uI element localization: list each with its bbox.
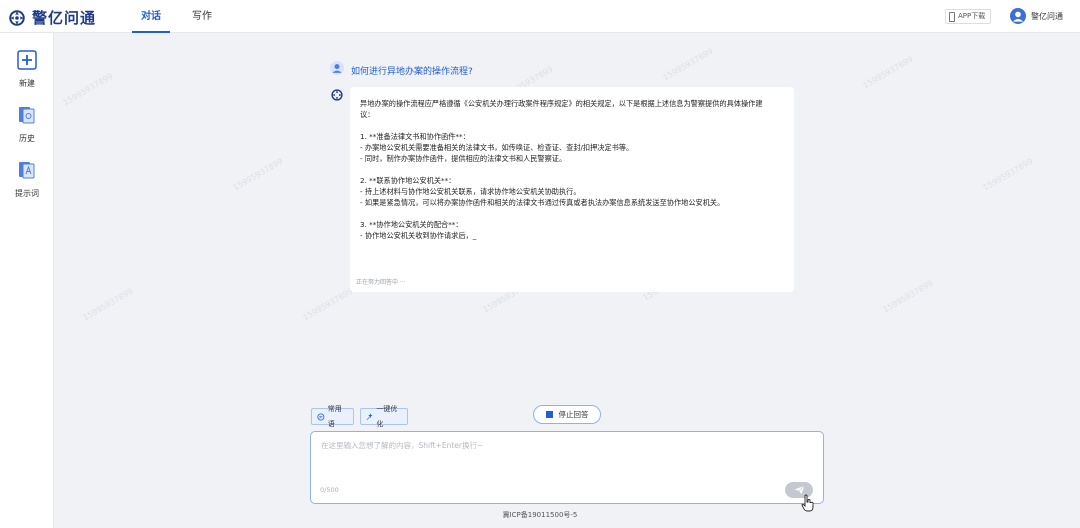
history-book-icon [19,107,35,124]
answer-line: 议： [360,110,375,119]
answer-line: 异地办案的操作流程应严格遵循《公安机关办理行政案件程序规定》的相关规定，以下是根… [360,99,763,108]
chat-input[interactable] [319,438,763,472]
watermark: 15995937899 [301,286,355,323]
optimize-label: 一键优化 [376,404,398,428]
phone-icon [949,11,955,22]
stop-answer-label: 停止回答 [558,410,589,419]
top-bar: 警亿问通 对话 写作 APP下载 警亿问通 [0,0,1080,33]
watermark: 15995937899 [661,46,715,83]
optimize-wand-icon [366,412,373,420]
stop-square-icon [545,411,553,418]
answer-line: - 办案地公安机关需要准备相关的法律文书，如传唤证、检查证、查封/扣押决定书等。 [360,143,634,152]
sidebar-item-label: 历史 [19,134,35,143]
answer-body: 异地办案的操作流程应严格遵循《公安机关办理行政案件程序规定》的相关规定，以下是根… [360,98,784,241]
brand-logo[interactable]: 警亿问通 [8,7,96,28]
answer-line: 1. **准备法律文书和协作函件**： [360,132,470,141]
brand-name: 警亿问通 [32,9,97,27]
watermark: 15995937899 [861,54,915,91]
app-download-label: APP下载 [958,12,986,20]
logo-icon [9,9,25,26]
user-name: 警亿问通 [1031,11,1063,21]
watermark: 15995937899 [61,71,115,108]
sidebar-item-label: 提示词 [15,189,39,198]
prompt-card-icon [19,162,35,179]
sidebar-item-prompts[interactable]: 提示词 [0,160,54,199]
answer-spacer [360,120,784,131]
sidebar-item-history[interactable]: 历史 [0,105,54,144]
avatar-icon [1010,8,1026,24]
icp-footer[interactable]: 冀ICP备19011500号-5 [0,510,1080,520]
common-phrases-label: 常用语 [327,404,342,428]
sidebar-item-new[interactable]: 新建 [0,50,54,89]
user-menu[interactable]: 警亿问通 [1010,8,1063,24]
tab-chat[interactable]: 对话 [132,0,170,33]
answer-status: 正在努力回答中 ··· [356,279,406,286]
chat-input-box: 0/500 [310,431,824,504]
answer-line: 2. **联系协作地公安机关**： [360,176,456,185]
assistant-answer: 异地办案的操作流程应严格遵循《公安机关办理行政案件程序规定》的相关规定，以下是根… [350,87,794,292]
app-download-button[interactable]: APP下载 [945,9,992,24]
answer-spacer [360,164,784,175]
tab-write[interactable]: 写作 [192,0,212,33]
watermark: 15995937899 [231,156,285,193]
assistant-avatar-icon [331,89,343,101]
answer-spacer [360,208,784,219]
answer-line: - 持上述材料与协作地公安机关联系，请求协作地公安机关协助执行。 [360,187,581,196]
user-question: 如何进行异地办案的操作流程? [351,67,473,77]
answer-line: - 协作地公安机关收到协作请求后，_ [360,231,477,240]
answer-line: - 如果是紧急情况，可以将办案协作函件和相关的法律文书通过传真或者执法办案信息系… [360,198,725,207]
watermark: 15995937899 [81,286,135,323]
user-avatar-icon [330,61,344,75]
sidebar: 新建 历史 提示词 [0,33,54,528]
common-phrases-button[interactable]: 常用语 [311,405,354,428]
answer-line: - 同时，制作办案协作函件，提供相应的法律文书和人民警察证。 [360,154,567,163]
sidebar-item-label: 新建 [19,79,35,88]
answer-line: 3. **协作地公安机关的配合**： [360,220,463,229]
optimize-button[interactable]: 一键优化 [360,405,408,428]
phrase-bubble-icon [317,413,325,420]
plus-square-icon [17,50,37,70]
char-counter: 0/500 [320,486,339,494]
stop-answer-button[interactable]: 停止回答 [533,405,601,424]
watermark: 15995937899 [881,278,935,315]
watermark: 15995937899 [981,156,1035,193]
